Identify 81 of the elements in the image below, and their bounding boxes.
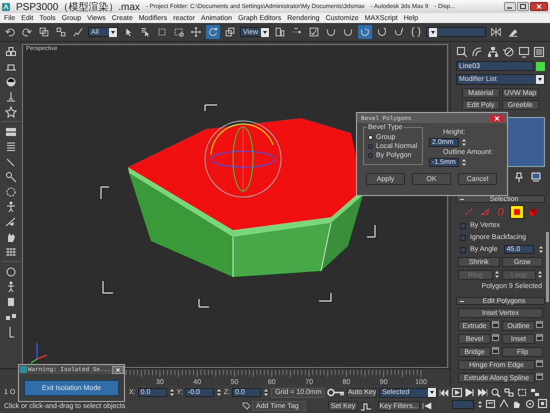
play-icon[interactable] [452,388,462,397]
maximize-viewport-icon[interactable] [538,399,548,409]
settings-icon[interactable] [492,347,499,354]
panel-icon[interactable] [5,126,17,138]
grid-icon[interactable] [5,246,17,258]
key-icon[interactable] [327,388,346,397]
hierarchy-icon[interactable] [486,46,499,58]
squares-icon[interactable] [5,311,17,323]
rotate-gizmo[interactable] [204,120,282,198]
pan-hand-icon[interactable] [512,399,522,409]
magnet-icon[interactable] [358,25,372,39]
cube-icon[interactable] [526,206,538,218]
object-color-swatch[interactable] [536,62,545,70]
caret-icon [261,28,269,36]
go-to-end-icon[interactable] [478,388,488,397]
app-icon [20,366,27,373]
circle-slash-icon[interactable] [502,46,514,58]
filled-square-icon[interactable] [510,206,522,218]
zoom-extents-all-icon[interactable] [530,388,540,397]
star-icon[interactable] [5,106,17,118]
linked-squares-icon[interactable] [37,25,51,39]
zoom-icon[interactable] [491,388,501,397]
braces-icon[interactable] [409,25,423,39]
figure-icon[interactable] [5,201,17,213]
settings-icon[interactable] [536,321,543,328]
spinner-icon[interactable] [538,245,544,254]
monitor-icon[interactable] [518,46,530,58]
tag-icon[interactable] [242,402,250,410]
move-icon[interactable] [189,25,203,39]
gear-icon[interactable] [5,186,17,198]
spinner-icon[interactable] [477,400,483,408]
caret-icon [429,28,437,36]
caret-icon [536,75,544,84]
previous-frame-icon[interactable] [422,402,432,410]
settings-icon[interactable] [536,373,543,380]
settings-icon[interactable] [492,321,499,328]
cubes-icon[interactable] [5,46,17,58]
close-icon[interactable] [530,2,548,11]
axis-tripod-icon [30,343,48,364]
close-icon[interactable] [112,366,124,374]
caret-icon [109,28,117,36]
mirror-icon[interactable] [489,25,503,39]
triangle-outline-icon[interactable] [478,206,490,218]
pivot-icon[interactable] [273,25,287,39]
checked-square-icon[interactable] [307,25,321,39]
pointer-square-icon[interactable] [456,46,468,58]
checkbox[interactable] [460,246,466,252]
radio-button[interactable] [368,153,373,158]
figure-icon[interactable] [5,281,17,293]
caret-icon [428,388,436,397]
zoom-extents-icon[interactable] [517,388,527,397]
orbit-icon[interactable] [525,399,535,409]
spinner-icon[interactable] [461,138,467,147]
pin-icon[interactable] [515,172,523,182]
checkbox[interactable] [460,234,466,240]
settings-icon[interactable] [536,334,543,341]
radio-button[interactable] [368,135,373,140]
dropdown[interactable] [426,27,486,37]
maximize-icon[interactable] [517,2,529,11]
hand-icon[interactable] [5,231,17,243]
ring-icon[interactable] [5,266,17,278]
settings-icon[interactable] [492,334,499,341]
window-title: PSP3000（模型渲染）.max [16,0,140,14]
rotate-icon[interactable] [206,25,220,39]
next-frame-icon[interactable] [465,388,475,397]
radio-button[interactable] [368,144,373,149]
magnet-icon[interactable] [375,25,389,39]
scrollbar[interactable] [546,232,549,302]
curve-icon[interactable] [471,46,484,58]
frame-field[interactable] [452,400,474,408]
zoom-all-icon[interactable] [504,388,514,397]
key-curve-icon[interactable] [360,401,372,411]
app-icon [2,2,10,10]
scale-icon[interactable] [223,25,237,39]
settings-icon[interactable] [536,360,543,367]
separate-squares-icon[interactable] [54,25,68,39]
close-icon[interactable] [490,114,504,122]
spinner-icon[interactable] [461,158,467,167]
go-to-start-icon[interactable] [439,388,450,396]
minimize-icon[interactable] [504,2,516,11]
checkbox[interactable] [460,222,466,228]
